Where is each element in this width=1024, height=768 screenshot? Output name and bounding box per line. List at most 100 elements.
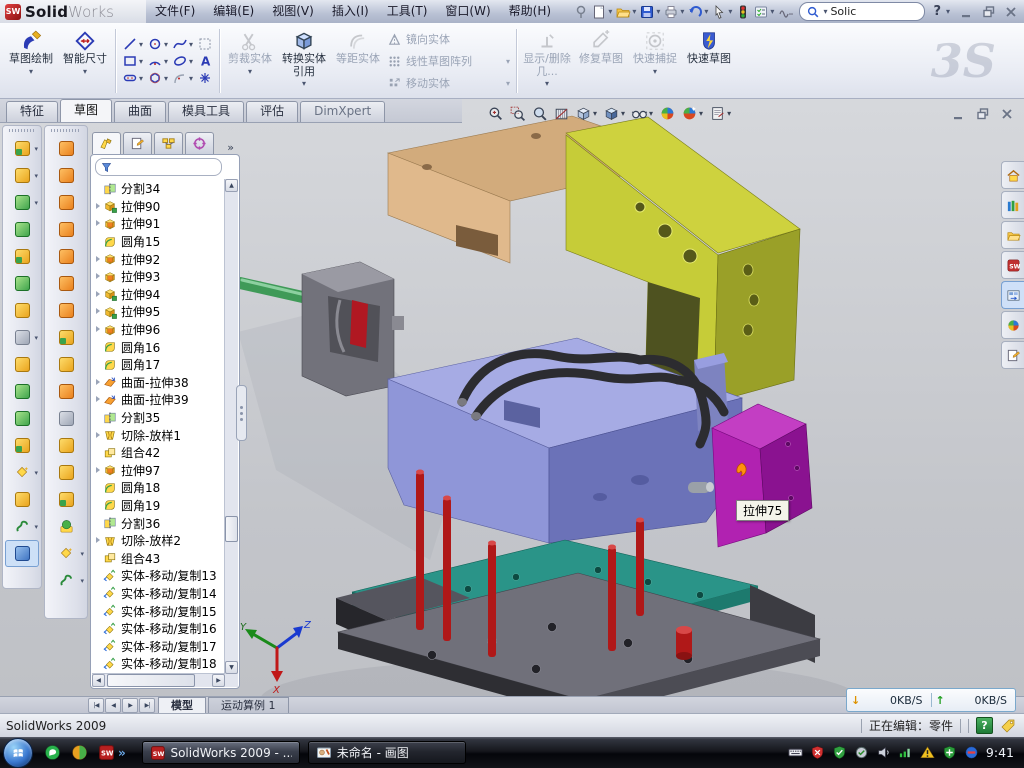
tab-曲面[interactable]: 曲面 bbox=[114, 101, 166, 122]
spline-tool[interactable]: ▾ bbox=[171, 36, 195, 52]
propertymanager-tab[interactable] bbox=[123, 132, 152, 154]
extend-surface-button[interactable] bbox=[47, 243, 85, 270]
boundary-boss-button[interactable] bbox=[5, 243, 39, 270]
rapid-sketch-button[interactable]: 快速草图 bbox=[682, 25, 736, 97]
network-speed-widget[interactable]: ↓ 0KB/S ↑ 0KB/S bbox=[846, 688, 1016, 712]
scroll-left-button[interactable]: ◀ bbox=[92, 674, 105, 687]
feature-tree-item[interactable]: 拉伸96 bbox=[93, 321, 224, 339]
display-style-button[interactable]: ▾ bbox=[602, 104, 627, 123]
feature-tree-item[interactable]: 实体-移动/复制13 bbox=[93, 567, 224, 585]
file-explorer-tab[interactable] bbox=[1001, 221, 1024, 249]
menu-item[interactable]: 帮助(H) bbox=[500, 0, 560, 23]
quick-tips-button[interactable]: ? bbox=[976, 717, 993, 734]
network-signal-icon[interactable] bbox=[897, 743, 914, 763]
sketch-text-tool[interactable]: A bbox=[196, 53, 214, 69]
tab-运动算例 1[interactable]: 运动算例 1 bbox=[208, 697, 289, 714]
tab-模具工具[interactable]: 模具工具 bbox=[168, 101, 244, 122]
swept-boss-button[interactable]: ▾ bbox=[5, 189, 39, 216]
document-restore-button[interactable] bbox=[974, 104, 992, 124]
feature-tree-item[interactable]: 实体-移动/复制16 bbox=[93, 620, 224, 638]
scroll-down-button[interactable]: ▼ bbox=[225, 661, 238, 674]
custom-properties-tab[interactable] bbox=[1001, 341, 1024, 369]
replace-face-button[interactable] bbox=[47, 432, 85, 459]
scroll-up-button[interactable]: ▲ bbox=[225, 179, 238, 192]
zoom-to-area-button[interactable] bbox=[508, 104, 527, 123]
reference-geometry-button[interactable] bbox=[5, 486, 39, 513]
knit-surface-button[interactable] bbox=[47, 486, 85, 513]
feature-tree-item[interactable]: 拉伸93 bbox=[93, 268, 224, 286]
feature-tree-item[interactable]: 切除-放样2 bbox=[93, 532, 224, 550]
feature-tree-item[interactable]: 实体-移动/复制14 bbox=[93, 585, 224, 603]
tab-特征[interactable]: 特征 bbox=[6, 101, 58, 122]
new-document-button[interactable]: ▾ bbox=[590, 2, 614, 22]
menu-item[interactable]: 插入(I) bbox=[323, 0, 378, 23]
draft-button[interactable] bbox=[5, 432, 39, 459]
scroll-right-button[interactable]: ▶ bbox=[212, 674, 225, 687]
section-view-button[interactable] bbox=[552, 104, 571, 123]
study-nav-button[interactable]: ▶ bbox=[122, 698, 138, 713]
expand-arrow[interactable] bbox=[94, 307, 103, 316]
voice-commands-button[interactable] bbox=[776, 2, 794, 22]
arc-tool[interactable]: ▾ bbox=[146, 53, 170, 69]
feature-tree-item[interactable]: 切除-放样1 bbox=[93, 426, 224, 444]
feature-tree-item[interactable]: 分割36 bbox=[93, 514, 224, 532]
instant3d-button[interactable] bbox=[5, 540, 39, 567]
document-minimize-button[interactable] bbox=[950, 104, 968, 124]
feature-tree-item[interactable]: 实体-移动/复制17 bbox=[93, 637, 224, 655]
toolbar-grip[interactable] bbox=[9, 129, 35, 132]
toolbar-grip[interactable] bbox=[51, 129, 81, 132]
certificate-check-icon[interactable] bbox=[853, 743, 870, 763]
feature-tree-item[interactable]: 实体-移动/复制15 bbox=[93, 602, 224, 620]
menu-item[interactable]: 编辑(E) bbox=[204, 0, 263, 23]
expand-arrow[interactable] bbox=[94, 431, 103, 440]
feature-tree-item[interactable]: 组合43 bbox=[93, 549, 224, 567]
security-center-icon[interactable] bbox=[831, 743, 848, 763]
linear-pattern-button[interactable]: ▾ bbox=[5, 324, 39, 351]
tab-评估[interactable]: 评估 bbox=[246, 101, 298, 122]
lofted-boss-button[interactable] bbox=[5, 216, 39, 243]
slot-tool[interactable]: ▾ bbox=[121, 70, 145, 86]
menu-item[interactable]: 窗口(W) bbox=[436, 0, 499, 23]
keyboard-layout-icon[interactable] bbox=[787, 743, 804, 763]
tab-草图[interactable]: 草图 bbox=[60, 99, 112, 122]
taskbar-task-button[interactable]: 未命名 - 画图 bbox=[308, 741, 466, 764]
featuremanager-tab[interactable] bbox=[92, 132, 121, 154]
delete-face-button[interactable] bbox=[47, 405, 85, 432]
expand-arrow[interactable] bbox=[94, 325, 103, 334]
zoom-fit-button[interactable] bbox=[486, 104, 505, 123]
antivirus-button[interactable] bbox=[70, 743, 89, 763]
ellipse-tool[interactable]: ▾ bbox=[171, 53, 195, 69]
menu-item[interactable]: 工具(T) bbox=[378, 0, 437, 23]
close-button[interactable] bbox=[1002, 2, 1020, 22]
revolved-boss-button[interactable]: ▾ bbox=[5, 162, 39, 189]
menu-item[interactable]: 文件(F) bbox=[146, 0, 204, 23]
bend-button[interactable] bbox=[47, 378, 85, 405]
taskbar-clock[interactable]: 9:41 bbox=[986, 745, 1014, 760]
feature-tree-item[interactable]: 拉伸92 bbox=[93, 250, 224, 268]
study-nav-button[interactable]: |◀ bbox=[88, 698, 104, 713]
flatten-surface-button[interactable] bbox=[47, 270, 85, 297]
feature-tree-item[interactable]: 圆角18 bbox=[93, 479, 224, 497]
expand-arrow[interactable] bbox=[94, 378, 103, 387]
feature-tree-item[interactable]: 曲面-拉伸38 bbox=[93, 374, 224, 392]
sketch-button[interactable]: 草图绘制▾ bbox=[4, 25, 58, 97]
untrim-surface-button[interactable] bbox=[47, 216, 85, 243]
chevron-down-icon[interactable]: ▾ bbox=[823, 7, 827, 16]
feature-tree-item[interactable]: 分割35 bbox=[93, 409, 224, 427]
solidworks-forum-tab[interactable]: SW bbox=[1001, 251, 1024, 279]
feature-tree-item[interactable]: 拉伸94 bbox=[93, 286, 224, 304]
expand-arrow[interactable] bbox=[94, 255, 103, 264]
smart-dimension-button[interactable]: 智能尺寸▾ bbox=[58, 25, 112, 97]
appearances-scenes-tab[interactable] bbox=[1001, 311, 1024, 339]
scrollbar-thumb[interactable] bbox=[225, 516, 238, 542]
minimize-button[interactable] bbox=[958, 2, 976, 22]
planar-surface-button[interactable] bbox=[47, 297, 85, 324]
split-body-button[interactable] bbox=[47, 459, 85, 486]
pin-button[interactable] bbox=[572, 2, 590, 22]
sync-blocked-icon[interactable] bbox=[963, 743, 980, 763]
convert-entities-button[interactable]: 转换实体引用▾ bbox=[277, 25, 331, 97]
hole-wizard-button[interactable] bbox=[5, 297, 39, 324]
study-nav-button[interactable]: ◀ bbox=[105, 698, 121, 713]
fillet-button[interactable] bbox=[5, 351, 39, 378]
feature-tree-item[interactable]: 拉伸91 bbox=[93, 215, 224, 233]
